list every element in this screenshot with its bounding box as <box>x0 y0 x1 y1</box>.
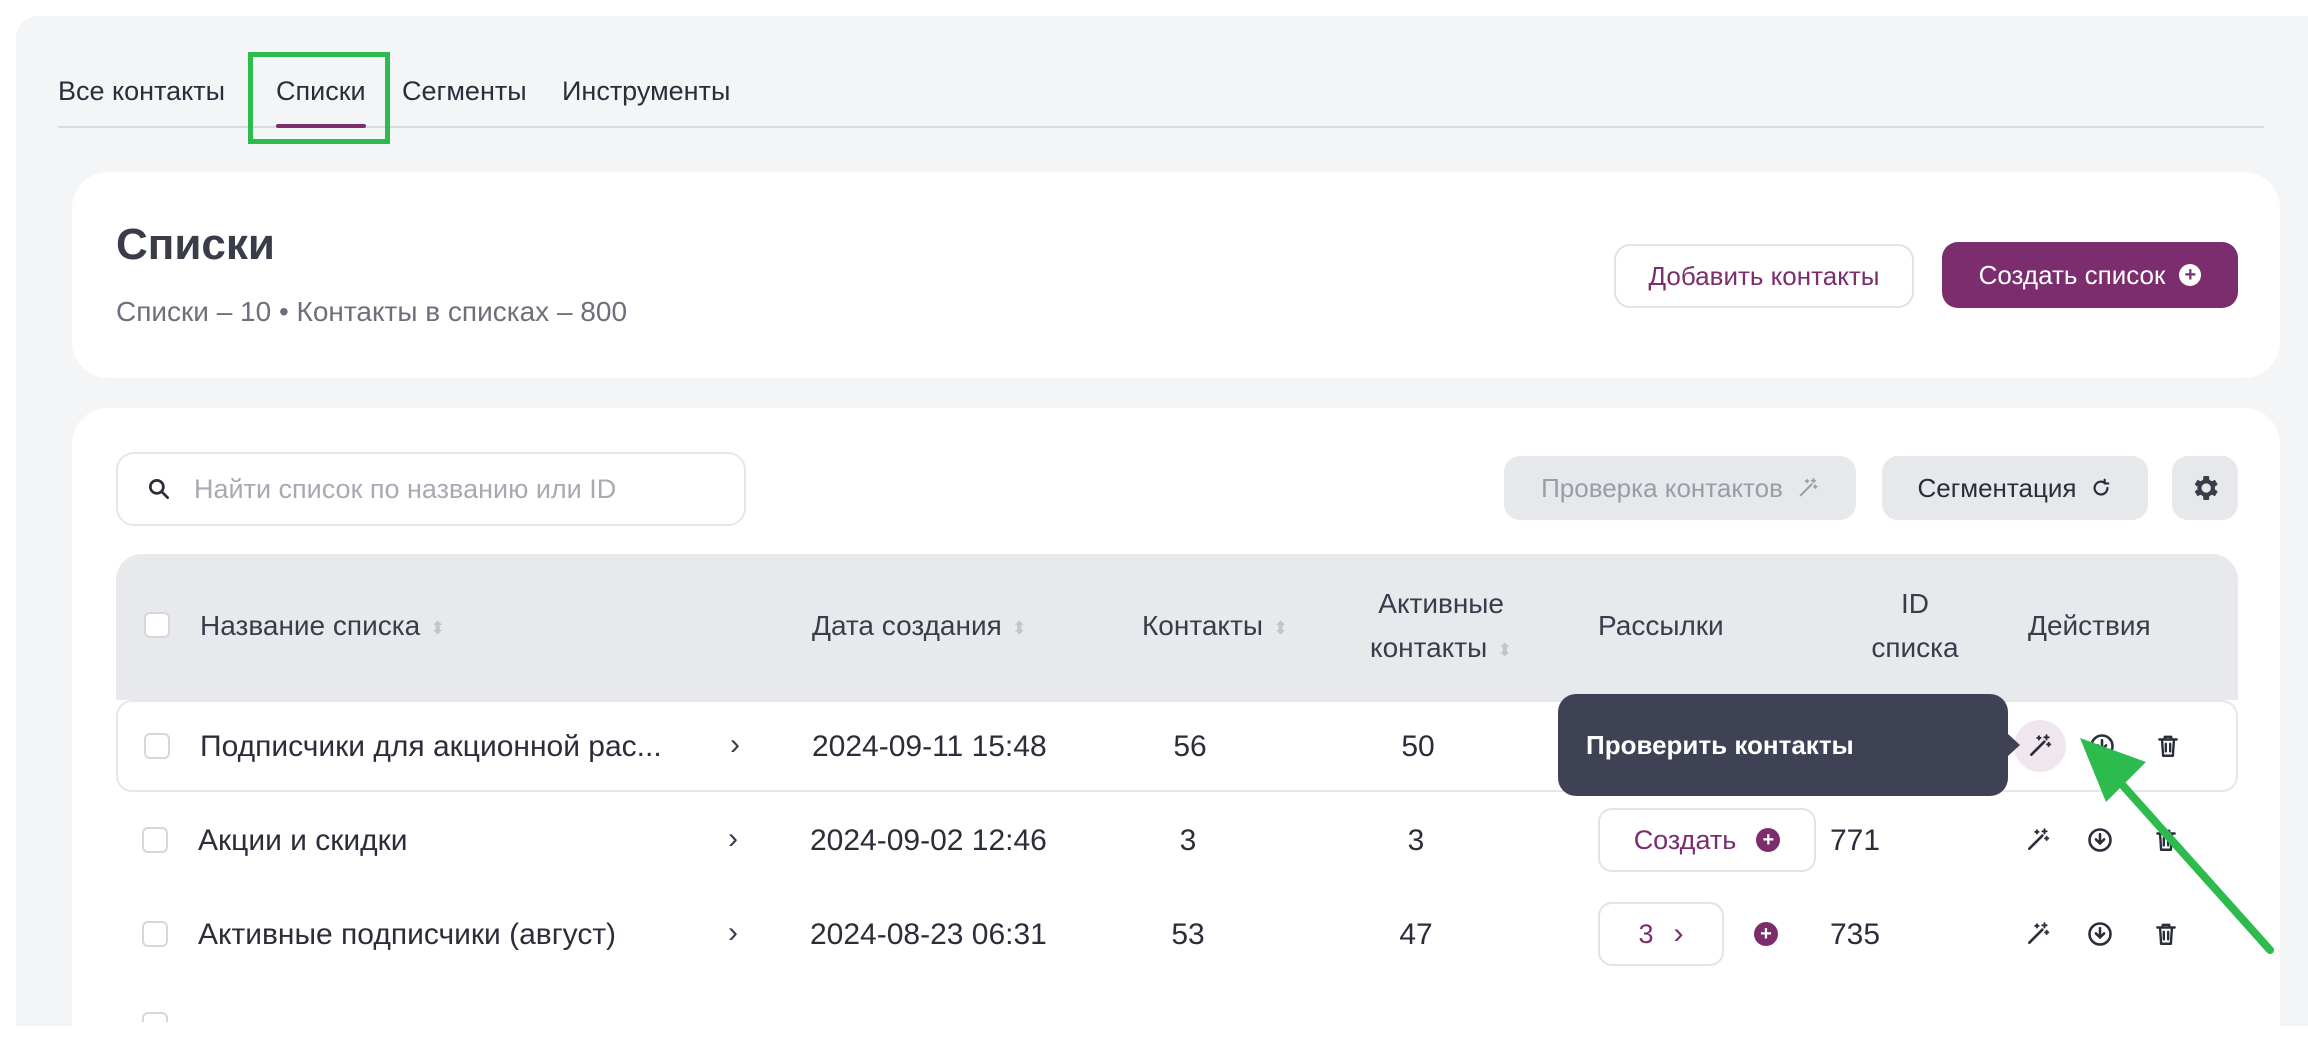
sort-icon: ⬍ <box>1011 617 1027 638</box>
search-input[interactable] <box>194 466 714 512</box>
plus-circle-icon: + <box>1756 828 1781 852</box>
search-icon <box>148 478 170 500</box>
row-checkbox[interactable] <box>142 827 168 853</box>
contacts-count: 3 <box>1179 824 1197 857</box>
annotation-arrow-icon <box>2080 738 2274 954</box>
table-row: Активные подписчики (август) › 2024-08-2… <box>116 888 2238 980</box>
settings-button[interactable] <box>2172 456 2238 520</box>
active-contacts-count: 3 <box>1407 824 1425 857</box>
tab-all-contacts[interactable]: Все контакты <box>58 76 225 107</box>
check-contacts-label: Проверка контактов <box>1541 472 1783 503</box>
magic-wand-icon <box>2028 922 2050 944</box>
segmentation-button[interactable]: Сегментация <box>1882 456 2148 520</box>
list-name[interactable]: Подписчики для акционной рас... <box>200 730 662 764</box>
table-row <box>116 982 2238 1022</box>
search-box <box>116 452 746 526</box>
list-id: 771 <box>1830 824 1881 857</box>
plus-circle-icon: + <box>2179 264 2202 286</box>
sort-icon: ⬍ <box>430 617 446 638</box>
check-contacts-button[interactable]: Проверка контактов <box>1504 456 1856 520</box>
column-active-contacts[interactable]: Активные контакты ⬍ <box>1370 582 1512 670</box>
create-list-button[interactable]: Создать список + <box>1942 242 2238 308</box>
add-contacts-button[interactable]: Добавить контакты <box>1614 244 1914 308</box>
list-name[interactable]: Акции и скидки <box>198 824 408 858</box>
sort-icon: ⬍ <box>1272 617 1289 638</box>
check-contacts-action[interactable] <box>2014 720 2066 772</box>
chevron-right-icon[interactable]: › <box>728 822 738 856</box>
create-list-label: Создать список <box>1978 259 2166 290</box>
create-mailing-label: Создать <box>1633 824 1737 855</box>
chevron-right-icon[interactable]: › <box>728 916 738 950</box>
active-contacts-count: 50 <box>1401 730 1435 763</box>
check-contacts-action[interactable] <box>2016 912 2060 956</box>
column-mailings: Рассылки <box>1598 610 1724 641</box>
magic-wand-icon <box>2030 734 2052 756</box>
column-name[interactable]: Название списка ⬍ <box>200 604 445 648</box>
chevron-right-icon: › <box>1673 917 1684 950</box>
table-row: Акции и скидки › 2024-09-02 12:46 3 3 Со… <box>116 794 2238 886</box>
add-contacts-label: Добавить контакты <box>1648 260 1880 291</box>
active-contacts-count: 47 <box>1399 918 1433 951</box>
check-contacts-tooltip: Проверить контакты <box>1558 694 2020 796</box>
table-header: Название списка ⬍ Дата создания ⬍ Контакты… <box>116 554 2238 700</box>
list-created-date: 2024-08-23 06:31 <box>810 918 1047 951</box>
check-contacts-action[interactable] <box>2016 818 2060 862</box>
tab-segments[interactable]: Сегменты <box>402 76 527 107</box>
row-checkbox[interactable] <box>144 733 170 759</box>
list-created-date: 2024-09-02 12:46 <box>810 824 1047 857</box>
segmentation-label: Сегментация <box>1917 472 2077 503</box>
page-subtitle: Списки – 10 • Контакты в списках – 800 <box>116 296 628 327</box>
column-actions: Действия <box>2028 610 2151 641</box>
mailings-count-button[interactable]: 3 › <box>1598 902 1724 966</box>
column-contacts[interactable]: Контакты ⬍ <box>1142 604 1288 648</box>
page-title: Списки <box>116 220 275 269</box>
sort-icon: ⬍ <box>1497 639 1513 660</box>
refresh-icon <box>2093 478 2110 496</box>
magic-wand-icon <box>2028 828 2050 850</box>
magic-wand-icon <box>1799 478 1818 497</box>
add-mailing-icon[interactable]: + <box>1754 922 1778 946</box>
list-id: 735 <box>1830 918 1881 951</box>
row-checkbox[interactable] <box>142 921 168 947</box>
lists-header-card: Списки Списки – 10 • Контакты в списках … <box>72 172 2280 378</box>
create-mailing-button[interactable]: Создать + <box>1598 808 1816 872</box>
row-checkbox[interactable] <box>142 1012 168 1022</box>
column-created[interactable]: Дата создания ⬍ <box>812 604 1027 648</box>
mailings-count: 3 <box>1638 918 1654 949</box>
list-name[interactable]: Активные подписчики (август) <box>198 918 616 952</box>
contacts-count: 53 <box>1171 918 1205 951</box>
tab-tools[interactable]: Инструменты <box>562 76 730 107</box>
list-created-date: 2024-09-11 15:48 <box>812 730 1047 763</box>
chevron-right-icon[interactable]: › <box>730 728 740 762</box>
select-all-checkbox[interactable] <box>144 612 170 638</box>
gear-icon <box>2194 476 2218 500</box>
column-list-id: ID списка <box>1871 588 1959 663</box>
tab-highlight-box <box>248 52 390 144</box>
contacts-count: 56 <box>1173 730 1207 763</box>
